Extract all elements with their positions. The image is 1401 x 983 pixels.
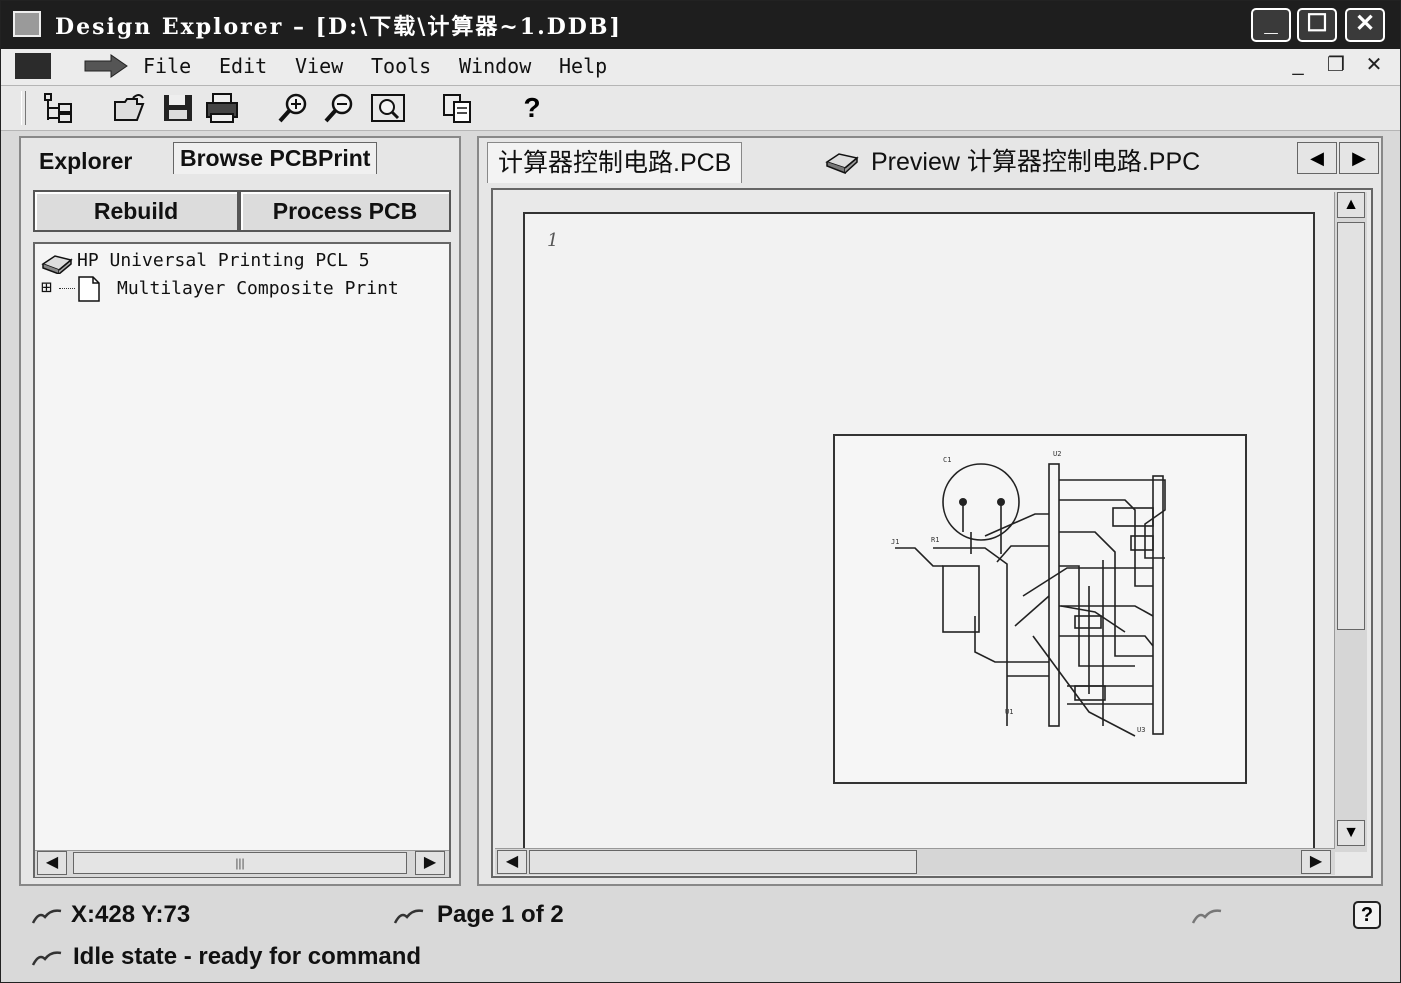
copy-icon[interactable]	[441, 92, 475, 124]
tab-explorer[interactable]: Explorer	[39, 148, 132, 175]
design-explorer-window: Design Explorer – [D:\下载\计算器~1.DDB] _ ☐ …	[0, 0, 1401, 983]
scroll-left-button[interactable]: ◀	[497, 850, 527, 874]
tree-item-label: HP Universal Printing PCL 5	[77, 250, 370, 271]
tab-scroll-left-button[interactable]: ◀	[1297, 142, 1337, 174]
title-bar[interactable]: Design Explorer – [D:\下载\计算器~1.DDB] _ ☐ …	[1, 1, 1400, 49]
zoom-fit-icon[interactable]	[371, 92, 405, 124]
maximize-button[interactable]: ☐	[1297, 8, 1337, 42]
save-icon[interactable]	[161, 92, 195, 124]
printer-icon	[825, 153, 859, 174]
toolbar: ?	[1, 86, 1400, 131]
status-pen-icon	[31, 951, 62, 966]
scroll-right-button[interactable]: ▶	[1301, 850, 1331, 874]
svg-text:J1: J1	[891, 538, 899, 546]
window-title: Design Explorer – [D:\下载\计算器~1.DDB]	[55, 14, 622, 40]
preview-page: 1 C1 U2 R1 J1 U1 U3	[523, 212, 1315, 852]
svg-text:U3: U3	[1137, 726, 1145, 734]
scroll-up-button[interactable]: ▲	[1337, 192, 1365, 218]
zoom-out-icon[interactable]	[323, 92, 357, 124]
menu-tools[interactable]: Tools	[371, 54, 431, 78]
scroll-right-button[interactable]: ▶	[415, 851, 445, 875]
close-button[interactable]: ✕	[1345, 8, 1385, 42]
scroll-thumb[interactable]: |||	[73, 852, 407, 874]
document-icon	[78, 276, 100, 302]
mdi-restore-button[interactable]: ❐	[1323, 53, 1349, 77]
svg-text:C1: C1	[943, 456, 951, 464]
menu-bar: File Edit View Tools Window Help _ ❐ ✕	[1, 49, 1400, 86]
pcb-layout-preview: C1 U2 R1 J1 U1 U3	[833, 434, 1247, 784]
mdi-close-button[interactable]: ✕	[1361, 53, 1387, 77]
app-icon[interactable]	[13, 11, 41, 37]
zoom-in-icon[interactable]	[277, 92, 311, 124]
menu-view[interactable]: View	[295, 54, 343, 78]
tab-browse-pcbprint[interactable]: Browse PCBPrint	[173, 142, 378, 174]
status-page: Page 1 of 2	[437, 901, 564, 928]
tab-preview-label: Preview 计算器控制电路.PPC	[871, 148, 1201, 176]
menu-window[interactable]: Window	[459, 54, 531, 78]
tab-pcb-document[interactable]: 计算器控制电路.PCB	[487, 142, 743, 183]
tree-horizontal-scrollbar[interactable]: ◀ ||| ▶	[35, 850, 449, 877]
process-pcb-button[interactable]: Process PCB	[239, 190, 451, 232]
expand-icon[interactable]: ⊞	[41, 277, 52, 298]
document-system-icon[interactable]	[15, 53, 51, 79]
toolbar-grip[interactable]	[21, 91, 26, 125]
arrow-icon[interactable]	[81, 53, 129, 79]
svg-text:R1: R1	[931, 536, 939, 544]
status-coordinates: X:428 Y:73	[71, 901, 191, 928]
scroll-down-button[interactable]: ▼	[1337, 820, 1365, 846]
status-pen-icon	[1191, 909, 1222, 924]
minimize-button[interactable]: _	[1251, 8, 1291, 42]
menu-edit[interactable]: Edit	[219, 54, 267, 78]
status-help-icon[interactable]: ?	[1353, 901, 1381, 929]
print-tree: HP Universal Printing PCL 5 ⊞ Multilayer…	[33, 242, 451, 878]
horizontal-scroll-thumb[interactable]	[529, 850, 917, 874]
tree-icon[interactable]	[41, 92, 75, 124]
preview-vertical-scrollbar[interactable]: ▲ ▼	[1334, 192, 1367, 852]
pcb-traces-drawing: C1 U2 R1 J1 U1 U3	[891, 450, 1166, 737]
status-pen-icon	[31, 909, 62, 924]
menu-file[interactable]: File	[143, 54, 191, 78]
rebuild-button[interactable]: Rebuild	[33, 190, 239, 232]
scroll-left-button[interactable]: ◀	[37, 851, 67, 875]
tree-connector	[59, 288, 75, 289]
document-panel: 计算器控制电路.PCB Preview 计算器控制电路.PPC ◀ ▶ 1 C1…	[477, 136, 1383, 886]
mdi-minimize-button[interactable]: _	[1285, 53, 1311, 77]
tree-item-label: Multilayer Composite Print	[117, 278, 399, 299]
status-state: Idle state - ready for command	[73, 943, 422, 970]
explorer-panel: Explorer Browse PCBPrint Rebuild Process…	[19, 136, 461, 886]
print-preview-area[interactable]: 1 C1 U2 R1 J1 U1 U3 ▲ ▼ ◀ ▶	[491, 188, 1373, 878]
open-folder-icon[interactable]	[113, 92, 147, 124]
page-number: 1	[547, 230, 559, 251]
svg-text:U1: U1	[1005, 708, 1013, 716]
status-pen-icon	[393, 909, 424, 924]
vertical-scroll-thumb[interactable]	[1337, 222, 1365, 630]
svg-text:U2: U2	[1053, 450, 1061, 458]
print-icon[interactable]	[205, 92, 239, 124]
help-icon[interactable]: ?	[515, 92, 549, 124]
printer-icon	[41, 255, 73, 274]
menu-help[interactable]: Help	[559, 54, 607, 78]
tab-scroll-right-button[interactable]: ▶	[1339, 142, 1379, 174]
preview-horizontal-scrollbar[interactable]: ◀ ▶	[495, 848, 1335, 875]
